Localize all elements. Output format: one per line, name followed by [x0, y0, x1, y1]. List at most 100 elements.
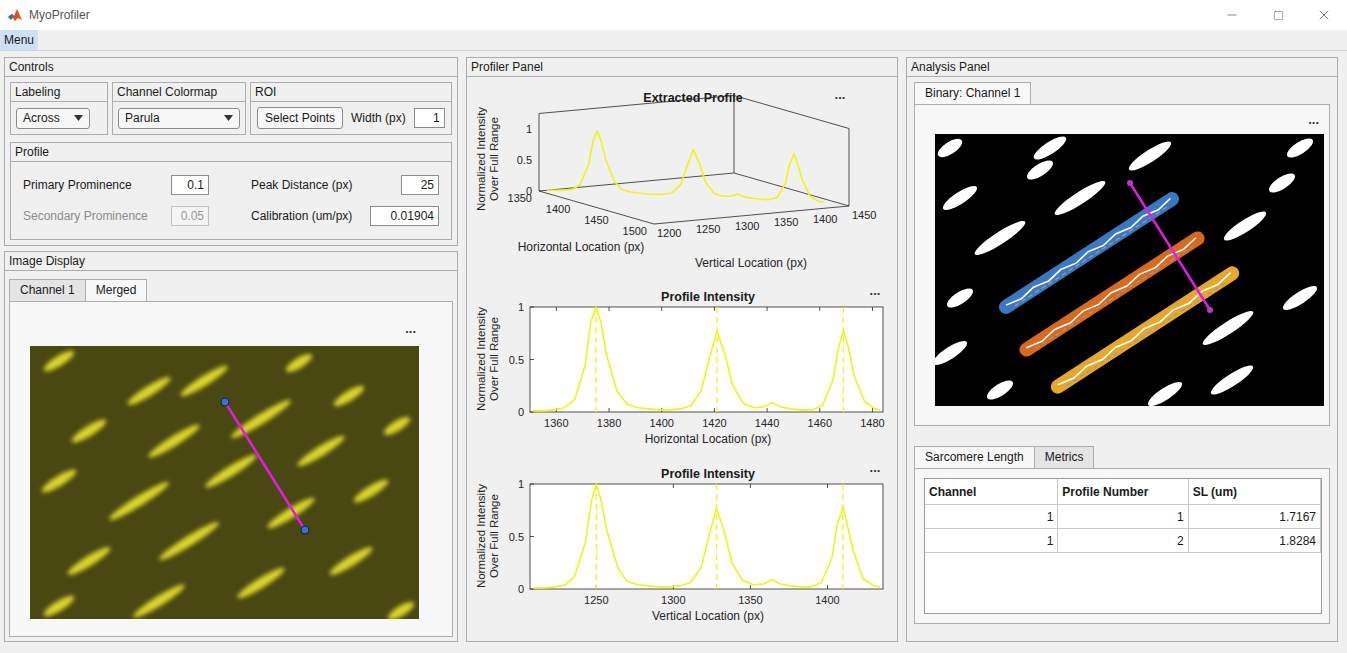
horizontal-tick: 1350	[508, 192, 532, 204]
vertical-axis-label: Vertical Location (px)	[695, 256, 807, 270]
x-tick: 1400	[815, 484, 839, 606]
svg-text:0.5: 0.5	[509, 354, 524, 366]
binary-blob	[1052, 177, 1109, 220]
svg-text:1460: 1460	[808, 417, 832, 429]
fiber-streak	[42, 347, 77, 374]
merged-image[interactable]	[30, 346, 419, 619]
analysis-panel: Analysis PanelBinary: Channel 1...Sarcom…	[906, 57, 1338, 642]
column-header[interactable]: SL (um)	[1189, 479, 1321, 504]
x-tick: 1400	[649, 307, 673, 429]
fiber-streak	[42, 592, 77, 619]
tab[interactable]: Channel 1	[9, 279, 86, 301]
svg-text:1380: 1380	[597, 417, 621, 429]
chart-more-button[interactable]: ...	[870, 283, 881, 298]
column-header[interactable]: Profile Number	[1058, 479, 1188, 504]
fiber-streak	[65, 544, 113, 579]
binary-blob	[1221, 207, 1269, 244]
vertical-tick: 1350	[774, 216, 798, 228]
table-row[interactable]: 111.7167	[925, 505, 1321, 529]
close-button[interactable]	[1301, 0, 1347, 30]
menu-bar: Menu	[0, 30, 1347, 51]
menu-item[interactable]: Menu	[0, 30, 38, 50]
select-points-button[interactable]: Select Points	[257, 107, 343, 129]
tab[interactable]: Metrics	[1034, 446, 1095, 468]
vertical-tick: 1450	[852, 209, 876, 221]
chart-more-button[interactable]: ...	[835, 87, 846, 102]
minimize-button[interactable]	[1209, 0, 1255, 30]
y-tick: 0	[518, 583, 534, 595]
roi-line	[1130, 183, 1210, 310]
svg-text:1480: 1480	[860, 417, 884, 429]
more-button[interactable]: ...	[405, 322, 416, 335]
fiber-streak	[203, 451, 259, 491]
table-row[interactable]: 121.8284	[925, 529, 1321, 553]
plot-area	[530, 484, 883, 589]
field-label: Primary Prominence	[23, 176, 132, 194]
y-tick: 1	[518, 301, 534, 313]
x-tick: 1380	[597, 307, 621, 429]
vertical-tick: 1300	[735, 220, 759, 232]
chart-more-button[interactable]: ...	[870, 460, 881, 475]
dropdown[interactable]: Across	[16, 108, 90, 129]
tab[interactable]: Sarcomere Length	[914, 446, 1035, 468]
dropdown[interactable]: Parula	[118, 108, 240, 129]
chart-title: Profile Intensity	[661, 290, 755, 304]
field-input[interactable]: 25	[401, 175, 439, 195]
svg-text:1420: 1420	[702, 417, 726, 429]
binary-blob	[935, 337, 970, 369]
tab-content: ChannelProfile NumberSL (um)111.7167121.…	[914, 468, 1330, 624]
peak-marker	[596, 484, 597, 589]
binary-image[interactable]	[935, 134, 1324, 406]
profile-field: Calibration (um/px)0.01904	[251, 206, 439, 226]
x-tick: 1250	[584, 484, 608, 606]
x-tick: 1350	[738, 484, 762, 606]
horizontal-axis-label: Horizontal Location (px)	[518, 240, 645, 254]
vertical-tick: 1250	[696, 223, 720, 235]
field-input[interactable]: 0.01904	[370, 206, 439, 226]
x-tick: 1460	[808, 307, 832, 429]
tab[interactable]: Merged	[85, 279, 148, 301]
field-input: 0.05	[171, 206, 209, 226]
roi-line[interactable]	[225, 402, 305, 530]
fiber-streak	[107, 478, 172, 524]
panel-title: Profiler Panel	[467, 58, 897, 77]
more-button[interactable]: ...	[1308, 113, 1319, 126]
binary-blob	[1031, 134, 1069, 163]
panel-title: ROI	[251, 83, 451, 102]
intensity-line	[533, 484, 880, 588]
profile-field: Secondary Prominence0.05	[23, 206, 209, 226]
y-tick: 1	[518, 478, 534, 490]
profile-intensity-chart: Profile Intensity...13601380140014201440…	[467, 282, 897, 459]
profile-intensity-chart: Profile Intensity...125013001350140000.5…	[467, 459, 897, 634]
fiber-streak	[157, 518, 222, 564]
fiber-streak	[69, 416, 108, 446]
dropdown-arrow-icon	[224, 115, 233, 121]
y-axis-label: Normalized Intensity	[475, 484, 487, 588]
tab-row: Binary: Channel 1	[914, 82, 1330, 104]
profile-field: Peak Distance (px)25	[251, 175, 439, 195]
fiber-streak	[235, 564, 287, 602]
roi-handle[interactable]	[301, 526, 309, 534]
peak-marker	[716, 484, 717, 589]
intensity-line	[533, 307, 881, 411]
width-input[interactable]: 1	[414, 108, 445, 128]
tab[interactable]: Binary: Channel 1	[914, 82, 1031, 104]
binary-blob	[935, 135, 965, 160]
colormap-group: Channel ColormapParula	[112, 82, 246, 135]
x-axis-label: Horizontal Location (px)	[645, 432, 772, 446]
left-column: ControlsLabelingAcrossChannel ColormapPa…	[4, 57, 458, 642]
plot-area	[530, 307, 883, 412]
table-cell: 1.7167	[1189, 505, 1321, 528]
panel-title: Image Display	[5, 252, 457, 271]
binary-blob	[1284, 135, 1316, 161]
fiber-streak	[295, 432, 347, 470]
roi-handle[interactable]	[221, 398, 229, 406]
field-input[interactable]: 0.1	[171, 175, 209, 195]
z-tick: 0.5	[517, 154, 532, 166]
y-tick: 0	[518, 406, 534, 418]
maximize-button[interactable]	[1255, 0, 1301, 30]
column-header[interactable]: Channel	[925, 479, 1058, 504]
fiber-streak	[265, 494, 317, 532]
sarcomere-band	[1048, 264, 1242, 397]
binary-blob	[940, 182, 980, 214]
